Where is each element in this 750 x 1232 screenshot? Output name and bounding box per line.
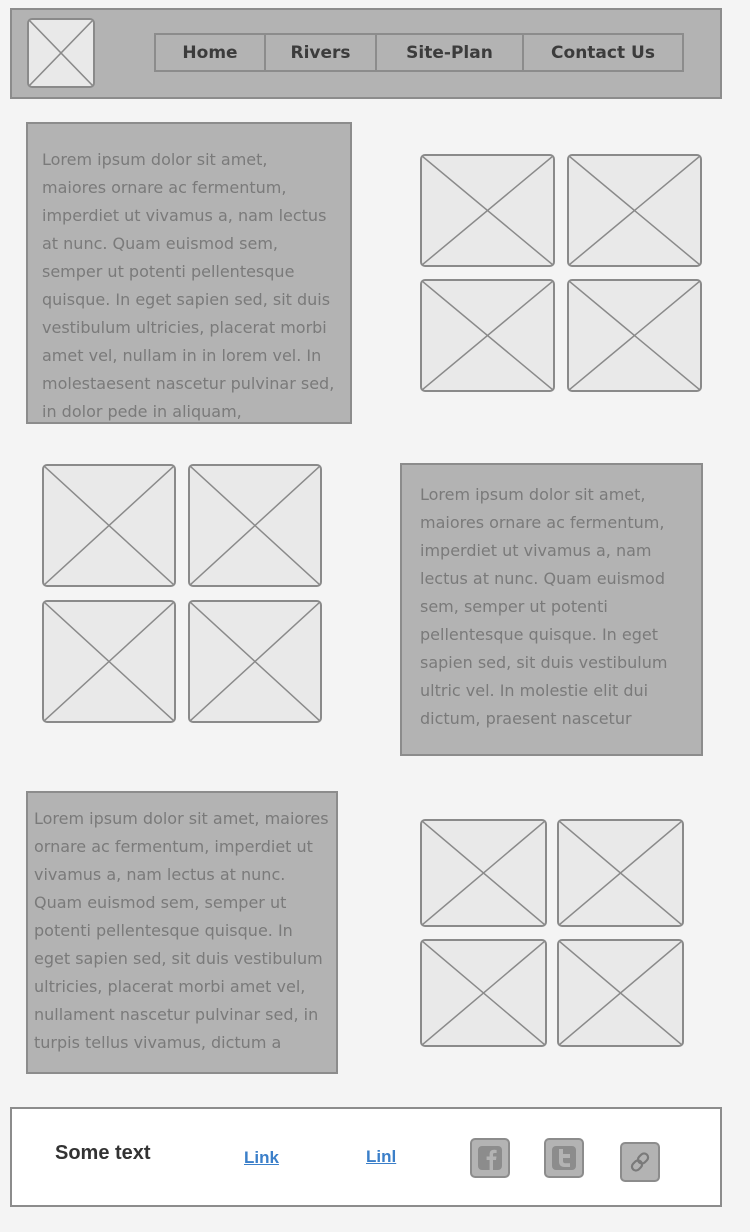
facebook-button[interactable] — [470, 1138, 510, 1178]
image-placeholder-icon — [44, 602, 174, 721]
nav-contact-us[interactable]: Contact Us — [524, 35, 682, 70]
logo-image-placeholder[interactable] — [27, 18, 95, 88]
gallery-3-image-1[interactable] — [420, 819, 547, 927]
image-placeholder-icon — [29, 20, 93, 86]
gallery-1-image-1[interactable] — [420, 154, 555, 267]
text-block-3-content: Lorem ipsum dolor sit amet, maiores orna… — [34, 809, 329, 1052]
gallery-2-image-3[interactable] — [42, 600, 176, 723]
gallery-2-image-4[interactable] — [188, 600, 322, 723]
image-placeholder-icon — [422, 821, 545, 925]
text-block-1-content: Lorem ipsum dolor sit amet, maiores orna… — [42, 150, 335, 421]
footer-link-1[interactable]: Link — [244, 1148, 279, 1168]
text-block-3: Lorem ipsum dolor sit amet, maiores orna… — [26, 791, 338, 1074]
image-placeholder-icon — [190, 466, 320, 585]
image-placeholder-icon — [569, 156, 700, 265]
image-placeholder-icon — [422, 941, 545, 1045]
gallery-1-image-3[interactable] — [420, 279, 555, 392]
image-placeholder-icon — [44, 466, 174, 585]
footer-link-2[interactable]: Linl — [366, 1147, 396, 1167]
gallery-3-image-4[interactable] — [557, 939, 684, 1047]
nav-home[interactable]: Home — [156, 35, 266, 70]
image-placeholder-icon — [190, 602, 320, 721]
text-block-2: Lorem ipsum dolor sit amet, maiores orna… — [400, 463, 703, 756]
facebook-icon — [478, 1146, 502, 1170]
main-nav: Home Rivers Site-Plan Contact Us — [154, 33, 684, 72]
gallery-2-image-2[interactable] — [188, 464, 322, 587]
nav-site-plan[interactable]: Site-Plan — [377, 35, 524, 70]
gallery-2-image-1[interactable] — [42, 464, 176, 587]
image-placeholder-icon — [422, 281, 553, 390]
gallery-3-image-3[interactable] — [420, 939, 547, 1047]
gallery-1-image-4[interactable] — [567, 279, 702, 392]
footer-text: Some text — [55, 1142, 151, 1164]
text-block-1: Lorem ipsum dolor sit amet, maiores orna… — [26, 122, 352, 424]
twitter-button[interactable] — [544, 1138, 584, 1178]
image-placeholder-icon — [422, 156, 553, 265]
image-placeholder-icon — [559, 941, 682, 1045]
nav-rivers[interactable]: Rivers — [266, 35, 377, 70]
image-placeholder-icon — [559, 821, 682, 925]
link-button[interactable] — [620, 1142, 660, 1182]
gallery-1-image-2[interactable] — [567, 154, 702, 267]
gallery-3-image-2[interactable] — [557, 819, 684, 927]
twitter-icon — [552, 1146, 576, 1170]
text-block-2-content: Lorem ipsum dolor sit amet, maiores orna… — [420, 485, 668, 728]
link-icon — [630, 1152, 650, 1172]
image-placeholder-icon — [569, 281, 700, 390]
